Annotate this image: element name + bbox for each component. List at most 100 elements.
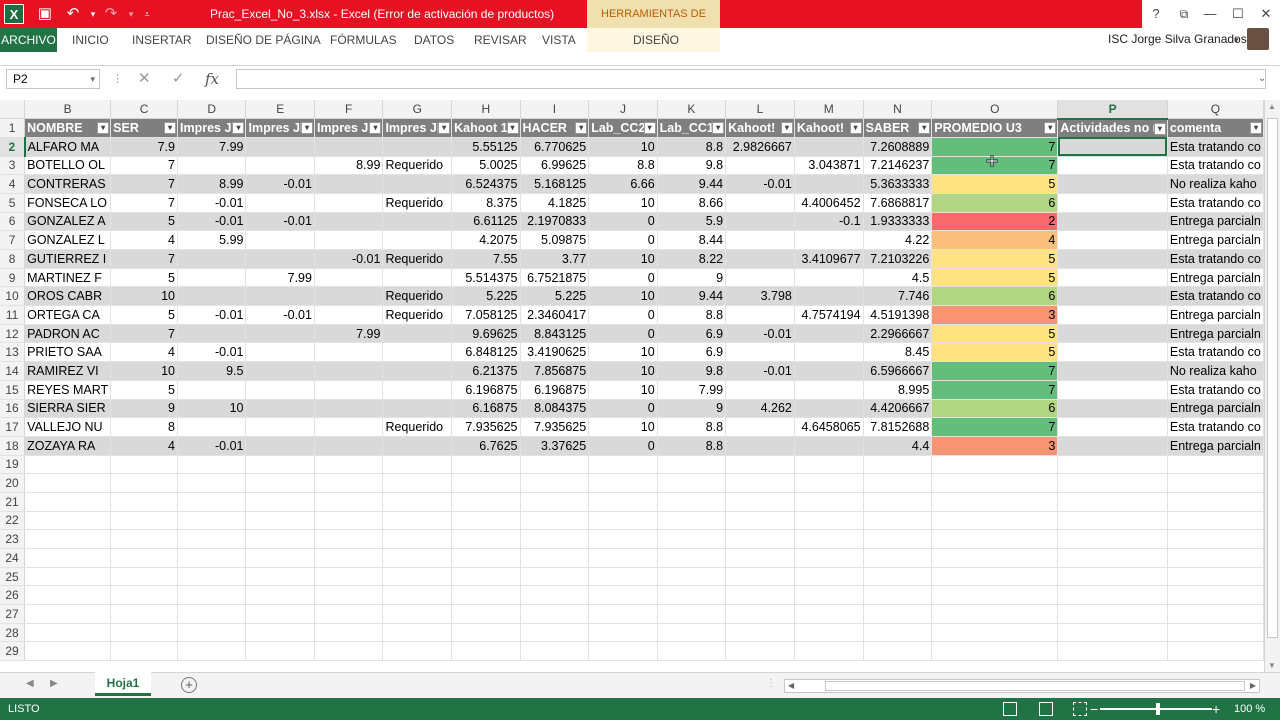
cell[interactable]: 6.848125 xyxy=(451,342,521,363)
cell[interactable] xyxy=(382,492,453,512)
cell[interactable] xyxy=(177,156,247,176)
cell[interactable] xyxy=(245,641,315,662)
filter-dropdown-icon[interactable]: ▾ xyxy=(1044,122,1057,135)
cell[interactable]: 2.9826667 xyxy=(725,137,795,157)
cell[interactable]: 2.2966667 xyxy=(863,324,933,344)
row-header[interactable]: 16 xyxy=(0,399,26,419)
cell[interactable] xyxy=(177,529,247,549)
cell[interactable] xyxy=(382,567,453,587)
insert-function-icon[interactable]: fx xyxy=(205,69,219,89)
cell[interactable] xyxy=(245,324,315,344)
row-header[interactable]: 23 xyxy=(0,529,26,549)
row-header[interactable]: 20 xyxy=(0,473,26,493)
cell[interactable] xyxy=(657,567,727,587)
cell[interactable]: 5.225 xyxy=(451,286,521,307)
cell[interactable] xyxy=(1057,623,1168,643)
cell[interactable] xyxy=(520,567,590,587)
cell[interactable]: 6.7521875 xyxy=(520,268,590,288)
cell[interactable]: 9.8 xyxy=(657,156,727,176)
cell[interactable] xyxy=(657,511,727,531)
cell[interactable]: 0 xyxy=(588,268,658,288)
cell[interactable]: -0.01 xyxy=(725,174,795,194)
cell[interactable] xyxy=(245,604,315,624)
cell[interactable]: -0.01 xyxy=(725,324,795,344)
maximize-icon[interactable]: ☐ xyxy=(1224,0,1252,28)
cell[interactable] xyxy=(725,492,795,512)
select-all-corner[interactable] xyxy=(0,100,26,120)
cell[interactable]: 7.9 xyxy=(110,137,178,157)
cell[interactable] xyxy=(245,342,315,363)
cell[interactable] xyxy=(1057,268,1168,288)
cell[interactable] xyxy=(177,249,247,269)
table-header-cell[interactable]: Impres JI ▾ xyxy=(177,118,247,138)
zoom-in-icon[interactable]: + xyxy=(1212,698,1220,720)
cell[interactable]: 5.225 xyxy=(520,286,590,307)
cell[interactable]: 7.8152688 xyxy=(863,417,933,437)
filter-dropdown-icon[interactable]: ▾ xyxy=(918,122,931,135)
cell[interactable] xyxy=(110,492,178,512)
row-header[interactable]: 14 xyxy=(0,361,26,381)
filter-dropdown-icon[interactable]: ▾ xyxy=(1250,122,1262,135)
cell[interactable] xyxy=(245,529,315,549)
cell[interactable]: 7.55 xyxy=(451,249,521,269)
cell[interactable] xyxy=(794,137,864,157)
cell[interactable] xyxy=(520,511,590,531)
cell[interactable] xyxy=(657,473,727,493)
cell[interactable] xyxy=(1167,604,1264,624)
cell[interactable] xyxy=(24,548,112,568)
table-header-cell[interactable]: Impres JI ▾ xyxy=(382,118,453,138)
cell[interactable]: 8.8 xyxy=(657,305,727,325)
filter-dropdown-icon[interactable]: ▾ xyxy=(575,122,588,135)
cell[interactable]: -0.01 xyxy=(177,436,247,456)
cell[interactable]: 10 xyxy=(588,361,658,381)
vertical-scroll-thumb[interactable] xyxy=(1267,118,1278,638)
cell[interactable] xyxy=(588,473,658,493)
cell[interactable]: Requerido xyxy=(382,156,453,176)
cell[interactable] xyxy=(177,641,247,662)
cell[interactable]: 8.8 xyxy=(657,436,727,456)
cell[interactable]: 8.8 xyxy=(657,137,727,157)
close-icon[interactable]: ✕ xyxy=(1252,0,1280,28)
cell[interactable] xyxy=(451,548,521,568)
cell[interactable]: -0.01 xyxy=(245,212,315,232)
cell[interactable] xyxy=(863,604,933,624)
cell[interactable]: Requerido xyxy=(382,193,453,213)
cell[interactable] xyxy=(314,548,384,568)
cell[interactable] xyxy=(110,567,178,587)
cell[interactable] xyxy=(588,548,658,568)
promedio-cell[interactable]: 5 xyxy=(931,342,1059,363)
cell[interactable]: 4.5191398 xyxy=(863,305,933,325)
cell[interactable]: 2.3460417 xyxy=(520,305,590,325)
row-header[interactable]: 28 xyxy=(0,623,26,643)
cell[interactable] xyxy=(588,511,658,531)
cell[interactable]: 5.09875 xyxy=(520,230,590,250)
redo-icon[interactable]: ↷ xyxy=(100,4,122,24)
cell[interactable] xyxy=(520,604,590,624)
cell[interactable]: 4.6458065 xyxy=(794,417,864,437)
cell[interactable] xyxy=(725,230,795,250)
cell[interactable]: FONSECA LO xyxy=(24,193,112,213)
cell[interactable]: 4 xyxy=(110,230,178,250)
cell[interactable] xyxy=(451,585,521,606)
table-header-cell[interactable]: Impres JI ▾ xyxy=(314,118,384,138)
cell[interactable] xyxy=(520,585,590,606)
cell[interactable]: 7.6868817 xyxy=(863,193,933,213)
cell[interactable] xyxy=(314,342,384,363)
cell[interactable] xyxy=(314,212,384,232)
column-header-g[interactable]: G xyxy=(382,100,453,120)
cell[interactable] xyxy=(863,585,933,606)
cell[interactable]: 5.0025 xyxy=(451,156,521,176)
cell[interactable]: 6.9 xyxy=(657,342,727,363)
cell[interactable] xyxy=(1057,585,1168,606)
cell[interactable] xyxy=(1167,567,1264,587)
cell[interactable] xyxy=(24,567,112,587)
row-header[interactable]: 12 xyxy=(0,324,26,344)
cell[interactable]: Requerido xyxy=(382,417,453,437)
cell[interactable] xyxy=(314,268,384,288)
cell[interactable] xyxy=(931,548,1059,568)
cell[interactable]: 8.99 xyxy=(177,174,247,194)
zoom-level[interactable]: 100 % xyxy=(1234,698,1265,720)
table-header-cell[interactable]: NOMBRE ▾ xyxy=(24,118,112,138)
column-header-i[interactable]: I xyxy=(520,100,590,120)
cell[interactable]: Esta tratando co xyxy=(1167,342,1264,363)
